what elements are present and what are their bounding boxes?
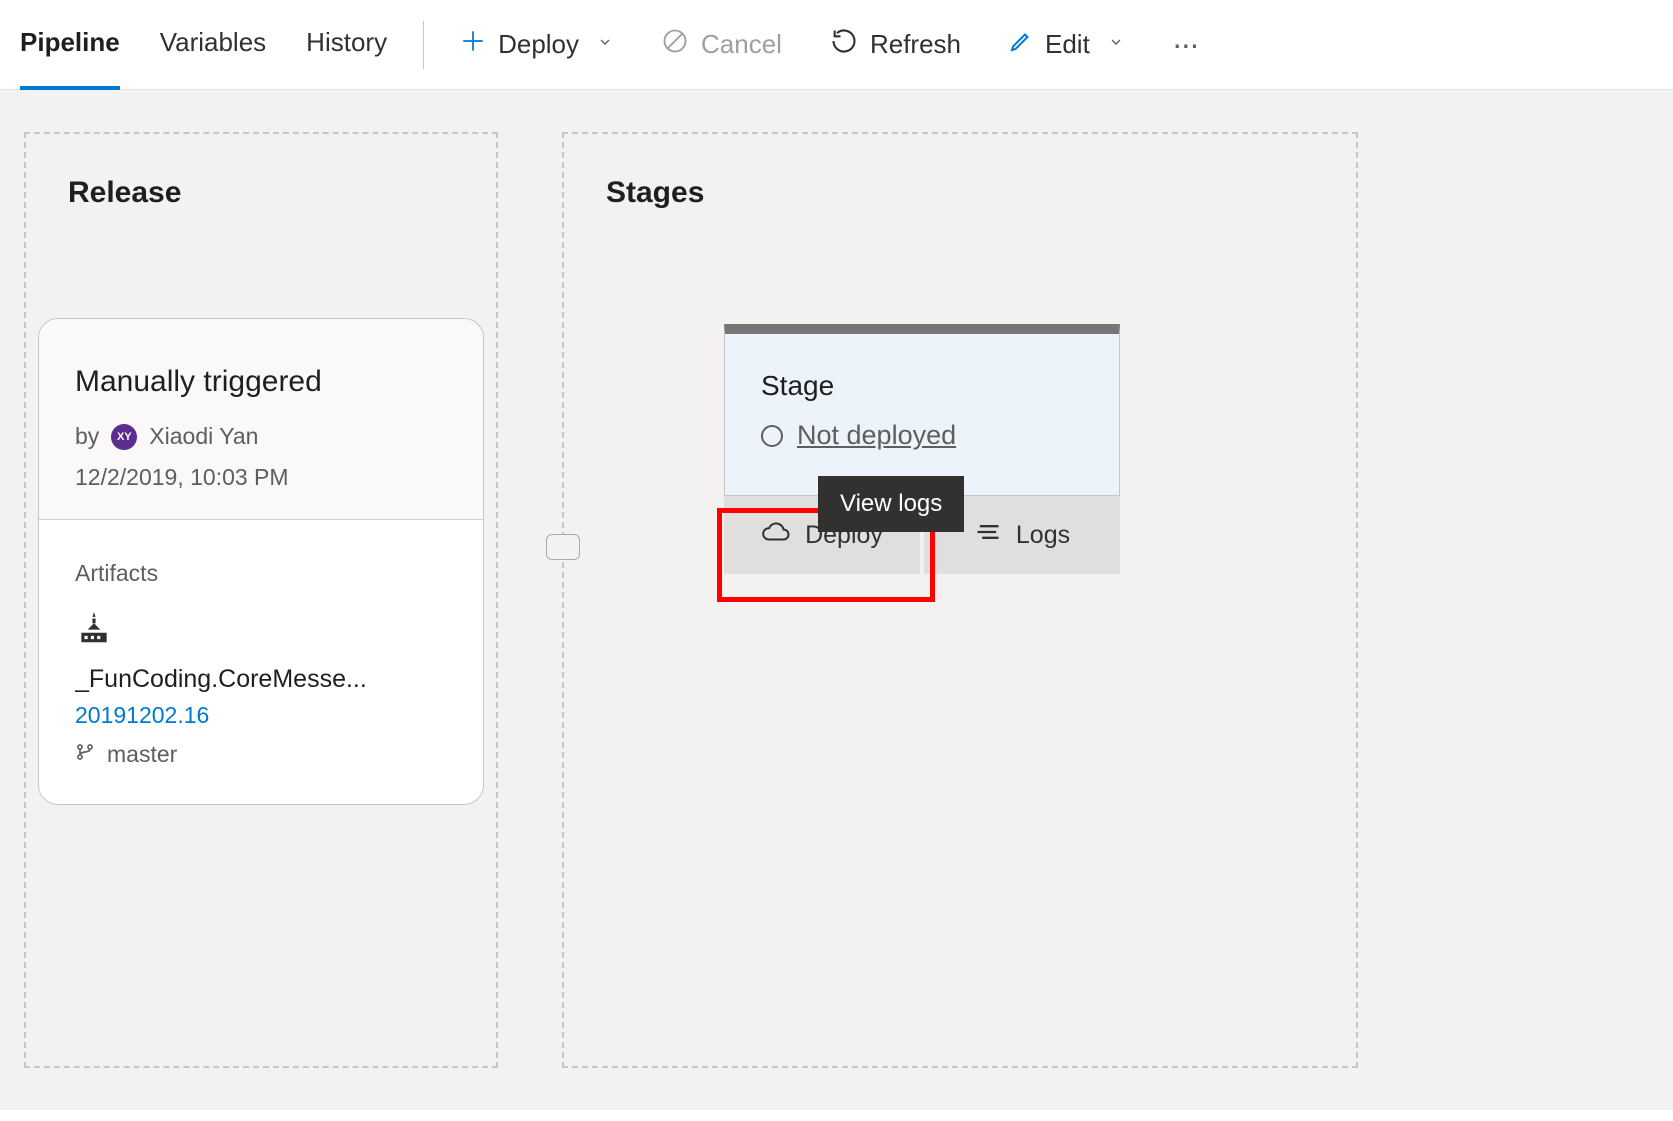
- canvas: Release Manually triggered by XY Xiaodi …: [0, 90, 1673, 1110]
- edit-button[interactable]: Edit: [1009, 29, 1124, 60]
- refresh-button[interactable]: Refresh: [830, 27, 961, 62]
- refresh-icon: [830, 27, 858, 62]
- deploy-button[interactable]: Deploy: [460, 28, 613, 61]
- release-panel: Release Manually triggered by XY Xiaodi …: [24, 132, 498, 1068]
- tab-pipeline[interactable]: Pipeline: [20, 0, 120, 90]
- cancel-button: Cancel: [661, 27, 782, 62]
- release-summary: Manually triggered by XY Xiaodi Yan 12/2…: [39, 319, 483, 520]
- toolbar: Pipeline Variables History Deploy Cancel…: [0, 0, 1673, 90]
- branch-name: master: [107, 741, 177, 768]
- tabs: Pipeline Variables History: [20, 0, 387, 90]
- refresh-label: Refresh: [870, 29, 961, 60]
- tab-variables[interactable]: Variables: [160, 0, 266, 90]
- avatar: XY: [111, 424, 137, 450]
- stage-name: Stage: [761, 370, 1083, 402]
- chevron-down-icon: [597, 34, 613, 55]
- stage-logs-label: Logs: [1016, 521, 1070, 550]
- logs-icon: [974, 518, 1002, 553]
- edit-icon: [1009, 29, 1033, 60]
- stage-card[interactable]: Stage Not deployed: [724, 324, 1120, 496]
- by-label: by: [75, 423, 99, 450]
- deploy-label: Deploy: [498, 29, 579, 60]
- more-button[interactable]: ···: [1172, 26, 1198, 63]
- artifact-icon: [75, 609, 447, 653]
- artifact-name: _FunCoding.CoreMesse...: [75, 665, 447, 694]
- release-artifacts: Artifacts _FunCoding.CoreMesse... 201912…: [39, 520, 483, 804]
- artifact-version[interactable]: 20191202.16: [75, 702, 447, 729]
- edit-label: Edit: [1045, 29, 1090, 60]
- release-timestamp: 12/2/2019, 10:03 PM: [75, 464, 447, 491]
- stage-status[interactable]: Not deployed: [761, 420, 1083, 451]
- stages-title: Stages: [564, 176, 1356, 210]
- release-card[interactable]: Manually triggered by XY Xiaodi Yan 12/2…: [38, 318, 484, 805]
- chevron-down-icon: [1108, 34, 1124, 55]
- release-trigger: Manually triggered: [75, 365, 447, 399]
- branch-icon: [75, 741, 95, 768]
- artifact-branch: master: [75, 741, 447, 768]
- cloud-icon: [761, 517, 791, 554]
- stages-panel: Stages Stage Not deployed Deploy: [562, 132, 1358, 1068]
- user-name: Xiaodi Yan: [149, 423, 258, 450]
- toolbar-divider: [423, 21, 424, 69]
- cancel-icon: [661, 27, 689, 62]
- tab-history[interactable]: History: [306, 0, 387, 90]
- plus-icon: [460, 28, 486, 61]
- tooltip: View logs: [818, 476, 964, 532]
- circle-icon: [761, 425, 783, 447]
- cancel-label: Cancel: [701, 29, 782, 60]
- artifacts-label: Artifacts: [75, 560, 447, 587]
- stage-area: Stage Not deployed Deploy Logs: [564, 318, 1356, 574]
- stage-status-text: Not deployed: [797, 420, 956, 451]
- release-author: by XY Xiaodi Yan: [75, 423, 447, 450]
- release-title: Release: [26, 176, 496, 210]
